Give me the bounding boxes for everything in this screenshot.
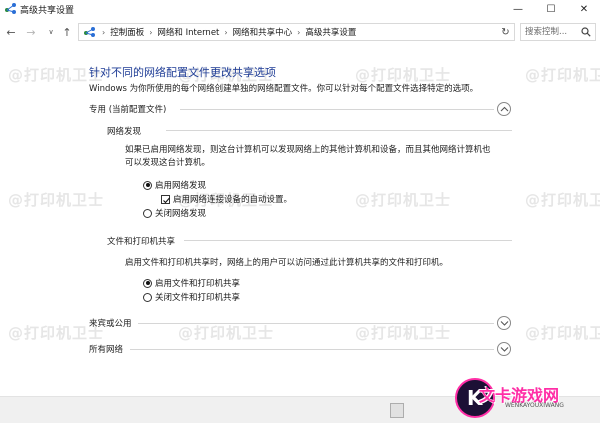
recent-locations-dropdown[interactable]: ∨: [44, 25, 58, 39]
minimize-button[interactable]: —: [502, 0, 534, 18]
chevron-up-icon: [500, 106, 509, 112]
network-discovery-heading: 网络发现: [107, 127, 142, 137]
breadcrumb-network-internet[interactable]: 网络和 Internet: [157, 26, 219, 38]
checkbox-auto-setup[interactable]: 启用网络连接设备的自动设置。: [161, 193, 292, 205]
chevron-down-icon: [500, 347, 509, 352]
section-all-networks-label[interactable]: 所有网络: [89, 343, 123, 355]
section-private-label[interactable]: 专用 (当前配置文件): [89, 103, 166, 115]
search-input[interactable]: [525, 26, 581, 38]
close-button[interactable]: ✕: [568, 0, 600, 18]
section-guest-public-label[interactable]: 来宾或公用: [89, 317, 132, 329]
search-box[interactable]: [520, 23, 596, 41]
main-content: 针对不同的网络配置文件更改共享选项 Windows 为你所使用的每个网络创建单独…: [0, 46, 600, 396]
maximize-button[interactable]: ☐: [535, 0, 567, 18]
save-changes-button[interactable]: [390, 403, 404, 418]
search-icon[interactable]: [581, 27, 591, 37]
up-button[interactable]: ↑: [60, 25, 74, 39]
refresh-button[interactable]: ↻: [497, 23, 515, 41]
site-logo: K 文卡游戏网 WENKAYOUXIWANG: [455, 378, 565, 418]
forward-button[interactable]: →: [24, 25, 38, 39]
radio-file-sharing-on[interactable]: 启用文件和打印机共享: [143, 277, 240, 289]
back-button[interactable]: ←: [4, 25, 18, 39]
window-title: 高级共享设置: [20, 6, 75, 16]
expand-all-networks-button[interactable]: [497, 342, 511, 356]
checkbox-checked[interactable]: [161, 194, 170, 204]
breadcrumb-separator[interactable]: ›: [149, 28, 152, 37]
file-printer-sharing-heading: 文件和打印机共享: [107, 237, 176, 247]
navigation-bar: ← → ∨ ↑ › 控制面板 › 网络和 Internet › 网络和共享中心 …: [0, 20, 600, 44]
radio-label[interactable]: 启用网络发现: [155, 179, 206, 191]
network-discovery-description-1: 如果已启用网络发现，则这台计算机可以发现网络上的其他计算机和设备，而且其他网络计…: [125, 145, 491, 155]
subsection-divider: [166, 130, 512, 131]
address-bar[interactable]: › 控制面板 › 网络和 Internet › 网络和共享中心 › 高级共享设置: [78, 23, 515, 41]
page-description: Windows 为你所使用的每个网络创建单独的网络配置文件。你可以针对每个配置文…: [89, 84, 479, 94]
section-divider: [138, 323, 494, 324]
breadcrumb-separator: ›: [102, 27, 106, 37]
network-icon: [4, 2, 18, 15]
radio-selected[interactable]: [143, 180, 152, 190]
radio-label[interactable]: 关闭网络发现: [155, 207, 206, 219]
breadcrumb-advanced-sharing[interactable]: 高级共享设置: [305, 26, 356, 38]
page-title: 针对不同的网络配置文件更改共享选项: [89, 66, 276, 79]
radio-label[interactable]: 启用文件和打印机共享: [155, 277, 240, 289]
collapse-private-button[interactable]: [497, 102, 511, 116]
network-icon: [83, 26, 97, 38]
subsection-divider: [184, 240, 512, 241]
radio-unselected[interactable]: [143, 292, 152, 302]
breadcrumb-control-panel[interactable]: 控制面板: [110, 26, 144, 38]
breadcrumb-network-sharing-center[interactable]: 网络和共享中心: [233, 26, 293, 38]
radio-file-sharing-off[interactable]: 关闭文件和打印机共享: [143, 291, 240, 303]
section-divider: [180, 109, 494, 110]
chevron-down-icon: [500, 321, 509, 326]
section-divider: [130, 349, 494, 350]
file-printer-sharing-description: 启用文件和打印机共享时，网络上的用户可以访问通过此计算机共享的文件和打印机。: [125, 258, 449, 268]
radio-selected[interactable]: [143, 278, 152, 288]
checkbox-label[interactable]: 启用网络连接设备的自动设置。: [173, 193, 292, 205]
radio-network-discovery-on[interactable]: 启用网络发现: [143, 179, 206, 191]
radio-unselected[interactable]: [143, 208, 152, 218]
breadcrumb-separator[interactable]: ›: [297, 28, 300, 37]
radio-network-discovery-off[interactable]: 关闭网络发现: [143, 207, 206, 219]
breadcrumb-separator[interactable]: ›: [224, 28, 227, 37]
logo-subtext: WENKAYOUXIWANG: [505, 402, 564, 409]
checkmark-icon: [163, 197, 170, 203]
expand-guest-public-button[interactable]: [497, 316, 511, 330]
network-discovery-description-2: 可以发现这台计算机。: [125, 158, 211, 168]
radio-label[interactable]: 关闭文件和打印机共享: [155, 291, 240, 303]
title-bar: 高级共享设置 — ☐ ✕: [0, 0, 600, 18]
